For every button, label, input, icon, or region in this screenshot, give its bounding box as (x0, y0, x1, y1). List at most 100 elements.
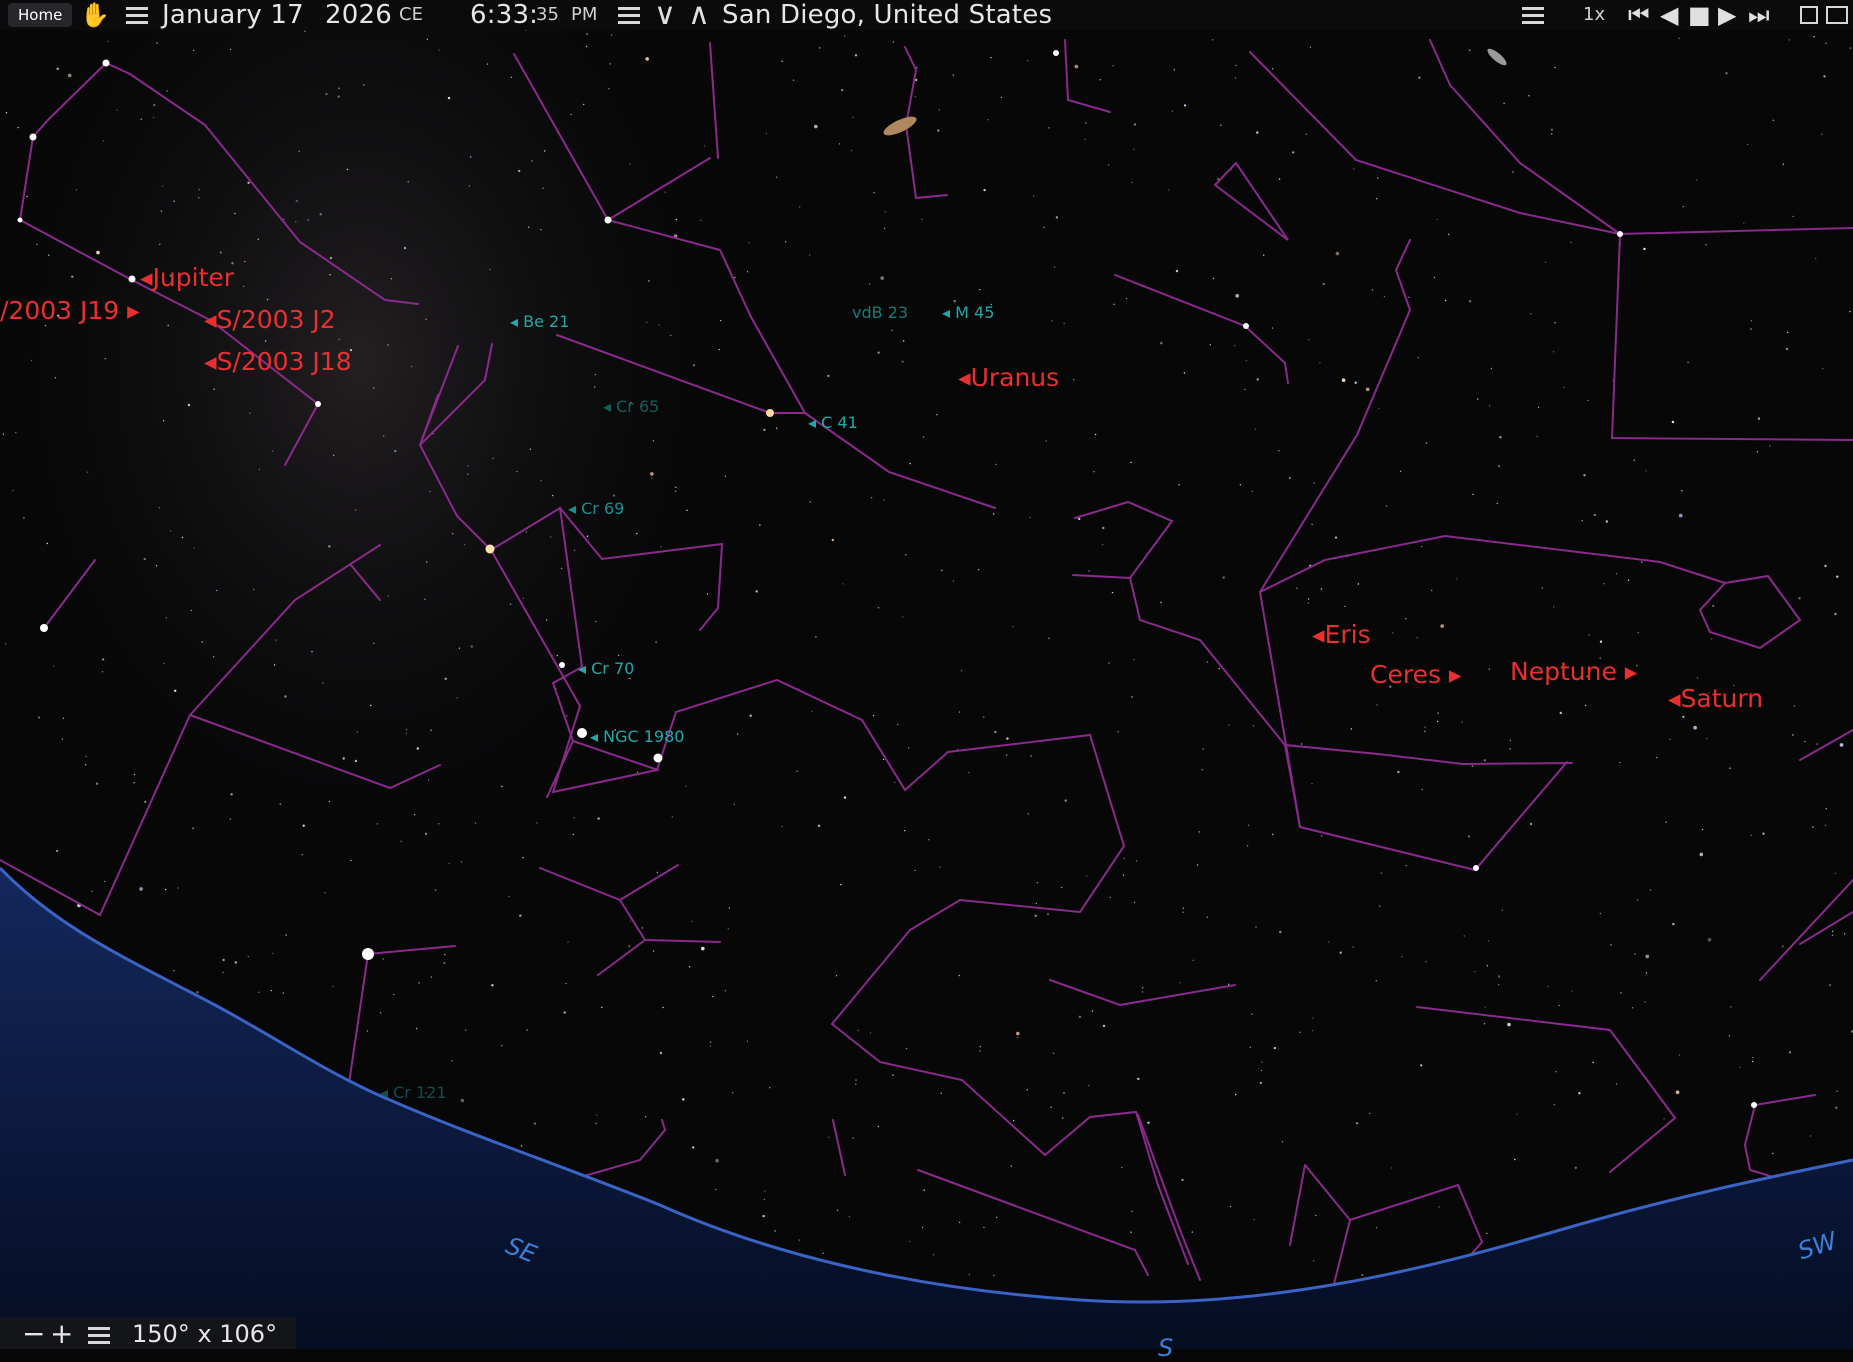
background-star (273, 664, 276, 666)
dso-label-cr69[interactable]: ◂ Cr 69 (568, 499, 624, 518)
background-star (1130, 1231, 1132, 1233)
date-year[interactable]: 2026 (325, 0, 392, 30)
play-icon[interactable]: ▶ (1718, 0, 1736, 30)
time-menu-icon[interactable] (618, 0, 640, 30)
background-star (1354, 381, 1357, 384)
planet-label-eris[interactable]: ◂Eris (1312, 620, 1371, 649)
background-star (869, 1032, 872, 1034)
background-star (1599, 640, 1603, 643)
background-star (759, 524, 761, 526)
background-star (528, 226, 530, 228)
hand-icon[interactable]: ✋ (80, 0, 110, 30)
background-star (467, 465, 469, 467)
background-star (775, 176, 778, 178)
background-star (675, 218, 678, 221)
dso-label-be21[interactable]: ◂ Be 21 (510, 312, 569, 331)
zoom-in-icon[interactable]: + (50, 1317, 73, 1350)
dso-label-cr121[interactable]: ◂ Cr 121 (380, 1083, 447, 1102)
pointer-icon: ◂ (808, 413, 822, 432)
background-star (1831, 934, 1834, 937)
background-star (1016, 1036, 1019, 1039)
background-star (1530, 313, 1532, 315)
time-ampm[interactable]: PM (571, 0, 597, 30)
star (17, 217, 23, 223)
home-button[interactable]: Home (8, 3, 73, 27)
time-seconds[interactable]: 35 (536, 0, 559, 30)
background-star (1175, 269, 1179, 273)
planet-label-jupiter[interactable]: ◂Jupiter (140, 263, 234, 292)
background-star (192, 49, 195, 52)
background-star (844, 35, 846, 37)
location[interactable]: San Diego, United States (722, 0, 1052, 30)
background-star (1261, 1061, 1263, 1063)
background-star (116, 109, 118, 111)
background-star (247, 955, 249, 958)
date-menu-icon[interactable] (126, 0, 148, 30)
planet-label-uranus[interactable]: ◂Uranus (958, 363, 1059, 392)
star (653, 753, 663, 763)
background-star (1509, 739, 1512, 742)
time-hours-minutes[interactable]: 6:33: (470, 0, 538, 30)
background-star (1135, 860, 1138, 862)
background-star (892, 41, 895, 43)
background-star (1645, 954, 1650, 959)
stop-icon[interactable]: ■ (1688, 0, 1711, 30)
background-star (1498, 465, 1500, 467)
background-star (1160, 342, 1163, 345)
dso-label-vdb23[interactable]: vdB 23 (852, 303, 908, 322)
background-star (660, 546, 662, 548)
skip-back-icon[interactable]: ⏮ (1628, 0, 1650, 30)
dso-label-m45[interactable]: ◂ M 45 (942, 303, 994, 322)
skip-forward-icon[interactable]: ⏭ (1748, 0, 1770, 30)
background-star (190, 609, 192, 612)
background-star (1192, 959, 1194, 961)
background-star (608, 88, 610, 90)
background-star (1091, 1010, 1094, 1012)
dso-label-ngc1980[interactable]: ◂ NGC 1980 (590, 727, 684, 746)
dso-label-c41[interactable]: ◂ C 41 (808, 413, 858, 432)
date-month-day[interactable]: January 17 (162, 0, 304, 30)
background-star (96, 250, 100, 255)
background-star (1605, 520, 1609, 523)
background-star (1550, 128, 1554, 131)
background-star (489, 268, 491, 271)
planet-label-s2003j19[interactable]: /2003 J19 ▸ (0, 296, 140, 325)
background-star (1824, 564, 1827, 568)
background-star (1053, 266, 1056, 268)
background-star (156, 42, 158, 44)
rate-menu-icon[interactable] (1522, 0, 1544, 30)
background-star (1352, 946, 1354, 948)
dso-label-cr70[interactable]: ◂ Cr 70 (578, 659, 634, 678)
background-star (403, 246, 407, 250)
background-star (451, 1060, 453, 1062)
planet-label-ceres[interactable]: Ceres ▸ (1370, 660, 1461, 689)
fov-menu-icon[interactable] (88, 1317, 110, 1349)
window-icon[interactable] (1826, 6, 1848, 24)
chevron-up-icon[interactable]: ∧ (688, 0, 710, 30)
background-star (1142, 987, 1144, 989)
field-of-view[interactable]: 150° x 106° (132, 1317, 277, 1349)
dso-label-cr65[interactable]: ◂ Cr 65 (603, 397, 659, 416)
time-rate[interactable]: 1x (1583, 0, 1605, 30)
background-star (1375, 1227, 1378, 1229)
background-star (470, 645, 473, 648)
pointer-icon: ◂ (380, 1083, 394, 1102)
background-star (213, 388, 215, 390)
planet-label-s2003j2[interactable]: ◂S/2003 J2 (204, 305, 336, 334)
background-star (1633, 459, 1636, 461)
background-star (644, 1116, 647, 1118)
layout-icon[interactable] (1800, 6, 1818, 24)
planet-label-saturn[interactable]: ◂Saturn (1668, 684, 1763, 713)
planet-label-s2003j18[interactable]: ◂S/2003 J18 (204, 347, 352, 376)
background-star (670, 334, 672, 337)
background-star (1300, 743, 1303, 745)
planet-label-neptune[interactable]: Neptune ▸ (1510, 657, 1637, 686)
background-star (1312, 1260, 1315, 1262)
background-star (1313, 482, 1315, 484)
chevron-down-icon[interactable]: ∨ (654, 0, 676, 30)
zoom-out-icon[interactable]: − (22, 1317, 45, 1350)
background-star (448, 862, 450, 865)
step-back-icon[interactable]: ◀ (1660, 0, 1678, 30)
background-star (1252, 725, 1255, 727)
background-star (257, 238, 259, 240)
